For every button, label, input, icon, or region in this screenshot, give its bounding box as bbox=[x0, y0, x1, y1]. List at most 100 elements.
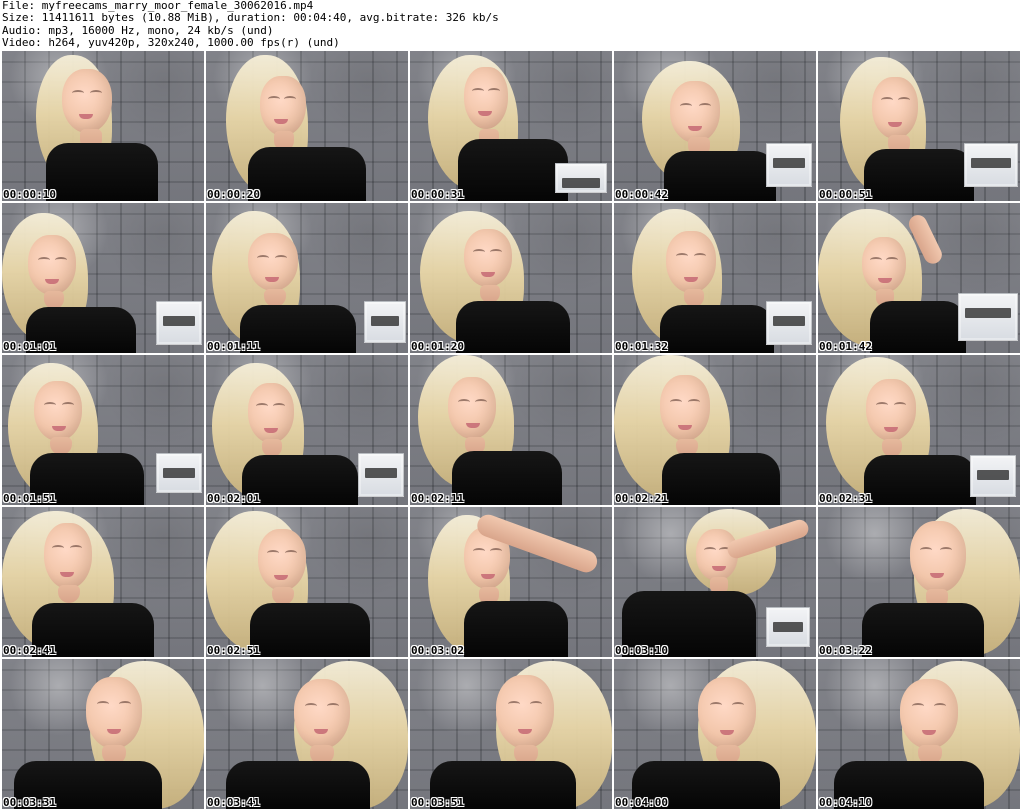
left-eye bbox=[267, 550, 279, 556]
thumbnail-frame-5: 00:00:51 bbox=[818, 51, 1020, 201]
cabinet-shape bbox=[766, 607, 810, 647]
face-shape bbox=[464, 229, 512, 287]
right-eye bbox=[275, 255, 287, 261]
right-eye bbox=[70, 545, 82, 551]
thumbnail-frame-21: 00:03:31 bbox=[2, 659, 204, 809]
thumbnail-timestamp: 00:01:42 bbox=[819, 340, 872, 353]
right-eye bbox=[934, 703, 946, 709]
shirt-shape bbox=[46, 143, 158, 201]
left-eye bbox=[508, 701, 520, 707]
thumbnail-frame-6: 00:01:01 bbox=[2, 203, 204, 353]
thumbnail-timestamp: 00:01:32 bbox=[615, 340, 668, 353]
thumbnail-timestamp: 00:02:01 bbox=[207, 492, 260, 505]
left-eye bbox=[876, 402, 888, 408]
thumbnail-timestamp: 00:00:42 bbox=[615, 188, 668, 201]
thumbnail-timestamp: 00:00:31 bbox=[411, 188, 464, 201]
shirt-shape bbox=[870, 301, 966, 353]
face-shape bbox=[660, 375, 710, 441]
cabinet-shape bbox=[156, 453, 202, 493]
thumbnail-frame-10: 00:01:42 bbox=[818, 203, 1020, 353]
thumbnail-timestamp: 00:02:41 bbox=[3, 644, 56, 657]
left-eye bbox=[97, 701, 109, 707]
size-info: Size: 11411611 bytes (10.88 MiB), durati… bbox=[2, 11, 499, 25]
thumbnail-frame-23: 00:03:51 bbox=[410, 659, 612, 809]
cabinet-shape bbox=[364, 301, 406, 343]
face-shape bbox=[900, 679, 958, 749]
shirt-shape bbox=[662, 453, 780, 505]
cabinet-shape bbox=[156, 301, 202, 345]
thumbnail-grid: 00:00:10 00:00:20 00:00:31 00:00:42 00:0… bbox=[2, 51, 1024, 811]
face-shape bbox=[28, 235, 76, 295]
thumbnail-frame-4: 00:00:42 bbox=[614, 51, 816, 201]
left-eye bbox=[704, 547, 716, 553]
thumbnail-timestamp: 00:01:01 bbox=[3, 340, 56, 353]
thumbnail-frame-3: 00:00:31 bbox=[410, 51, 612, 201]
thumbnail-frame-20: 00:03:22 bbox=[818, 507, 1020, 657]
face-shape bbox=[86, 677, 142, 749]
thumbnail-frame-17: 00:02:51 bbox=[206, 507, 408, 657]
thumbnail-frame-15: 00:02:31 bbox=[818, 355, 1020, 505]
shirt-shape bbox=[864, 149, 974, 201]
shirt-shape bbox=[864, 455, 976, 505]
thumbnail-frame-22: 00:03:41 bbox=[206, 659, 408, 809]
left-eye bbox=[257, 255, 269, 261]
shirt-shape bbox=[664, 151, 776, 201]
thumbnail-timestamp: 00:00:20 bbox=[207, 188, 260, 201]
thumbnail-timestamp: 00:01:20 bbox=[411, 340, 464, 353]
thumbnail-frame-24: 00:04:00 bbox=[614, 659, 816, 809]
left-eye bbox=[676, 253, 688, 259]
thumbnail-frame-16: 00:02:41 bbox=[2, 507, 204, 657]
thumbnail-frame-12: 00:02:01 bbox=[206, 355, 408, 505]
shirt-shape bbox=[248, 147, 366, 201]
right-eye bbox=[894, 402, 906, 408]
thumbnail-timestamp: 00:02:11 bbox=[411, 492, 464, 505]
shirt-shape bbox=[660, 305, 774, 353]
right-eye bbox=[55, 257, 67, 263]
left-eye bbox=[881, 97, 893, 103]
left-eye bbox=[870, 257, 882, 263]
right-eye bbox=[475, 399, 487, 405]
thumbnail-frame-8: 00:01:20 bbox=[410, 203, 612, 353]
face-shape bbox=[44, 523, 92, 589]
right-eye bbox=[62, 402, 74, 408]
face-shape bbox=[670, 81, 720, 143]
right-eye bbox=[940, 547, 952, 553]
thumbnail-frame-13: 00:02:11 bbox=[410, 355, 612, 505]
thumbnail-frame-19: 00:03:10 bbox=[614, 507, 816, 657]
face-shape bbox=[910, 521, 966, 593]
left-eye bbox=[458, 399, 470, 405]
thumbnail-timestamp: 00:04:00 bbox=[615, 796, 668, 809]
right-eye bbox=[327, 703, 339, 709]
thumbnail-timestamp: 00:03:02 bbox=[411, 644, 464, 657]
face-shape bbox=[496, 675, 554, 749]
left-eye bbox=[44, 402, 56, 408]
thumbnail-timestamp: 00:03:10 bbox=[615, 644, 668, 657]
face-shape bbox=[464, 67, 508, 129]
left-eye bbox=[680, 103, 692, 109]
face-shape bbox=[248, 233, 298, 291]
right-eye bbox=[284, 96, 296, 102]
right-eye bbox=[699, 103, 711, 109]
thumbnail-frame-25: 00:04:10 bbox=[818, 659, 1020, 809]
thumbnail-frame-11: 00:01:51 bbox=[2, 355, 204, 505]
thumbnail-timestamp: 00:02:21 bbox=[615, 492, 668, 505]
cabinet-shape bbox=[964, 143, 1018, 187]
left-eye bbox=[38, 257, 50, 263]
thumbnail-timestamp: 00:01:11 bbox=[207, 340, 260, 353]
thumbnail-frame-7: 00:01:11 bbox=[206, 203, 408, 353]
right-eye bbox=[694, 253, 706, 259]
cabinet-shape bbox=[970, 455, 1016, 497]
right-eye bbox=[898, 97, 910, 103]
thumbnail-timestamp: 00:00:10 bbox=[3, 188, 56, 201]
left-eye bbox=[472, 88, 484, 94]
left-eye bbox=[710, 702, 722, 708]
thumbnail-timestamp: 00:02:51 bbox=[207, 644, 260, 657]
right-eye bbox=[530, 701, 542, 707]
face-shape bbox=[448, 377, 496, 439]
cabinet-shape bbox=[958, 293, 1018, 341]
cabinet-shape bbox=[358, 453, 404, 497]
left-eye bbox=[268, 96, 280, 102]
left-eye bbox=[920, 547, 932, 553]
shirt-shape bbox=[456, 301, 570, 353]
left-eye bbox=[670, 399, 682, 405]
